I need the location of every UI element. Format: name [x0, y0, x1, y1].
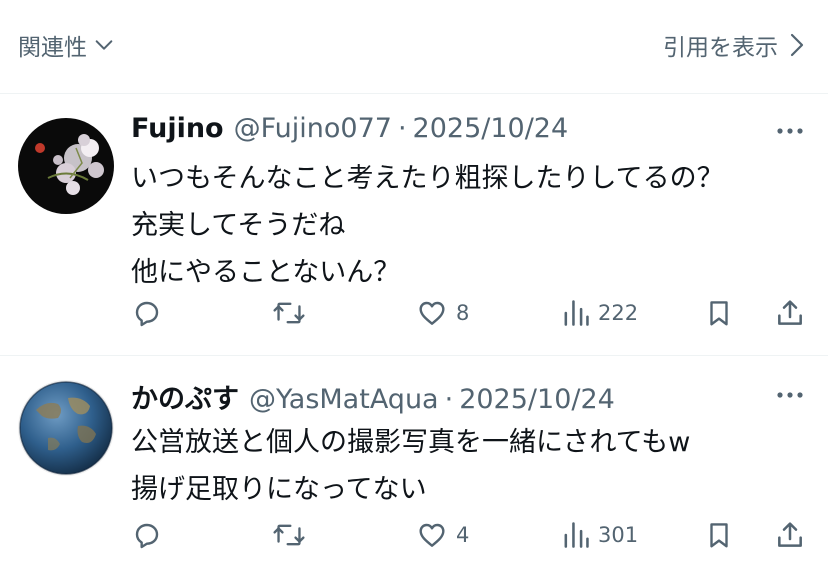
tweet-text-line: 公営放送と個人の撮影写真を一緒にされてもw	[131, 427, 691, 458]
tweet-content: かのぷす @YasMatAqua · 2025/10/24 公営放送と個人の撮影…	[131, 377, 806, 513]
view-count: 222	[598, 301, 639, 325]
avatar[interactable]	[18, 118, 114, 214]
reply-button[interactable]	[131, 293, 163, 333]
display-name[interactable]: Fujino	[131, 113, 224, 144]
reply-filter-bar: 関連性 引用を表示	[0, 0, 828, 94]
tweet-text-line: 他にやることないん？	[131, 257, 401, 288]
display-name[interactable]: かのぷす	[131, 377, 239, 416]
view-quotes-label: 引用を表示	[663, 35, 778, 61]
more-options-icon[interactable]	[774, 117, 806, 145]
like-button[interactable]: 8	[416, 293, 469, 333]
analytics-bar-icon	[564, 300, 589, 326]
sort-relevance-button[interactable]: 関連性	[18, 28, 115, 62]
cherry-blossom-avatar-icon	[18, 118, 114, 214]
bookmark-icon	[710, 523, 728, 548]
chevron-right-icon	[790, 33, 804, 57]
heart-icon	[419, 523, 445, 547]
share-icon	[778, 300, 802, 325]
retweet-icon	[273, 524, 305, 546]
bookmark-icon	[710, 301, 728, 326]
like-count: 4	[456, 523, 470, 547]
tweet-text-line: 充実してそうだね	[131, 210, 346, 241]
view-quotes-button[interactable]: 引用を表示	[663, 28, 806, 62]
tweet-date[interactable]: 2025/10/24	[459, 384, 615, 415]
retweet-button[interactable]	[272, 293, 306, 333]
like-button[interactable]: 4	[416, 515, 469, 555]
tweet-date[interactable]: 2025/10/24	[413, 113, 569, 144]
more-options-icon[interactable]	[774, 381, 806, 409]
tweet-header: かのぷす @YasMatAqua · 2025/10/24	[131, 377, 806, 415]
tweet-actions: 8 222	[131, 293, 808, 333]
retweet-icon	[273, 302, 305, 324]
user-handle[interactable]: @Fujino077	[234, 113, 392, 144]
tweet-text-line: 揚げ足取りになってない	[131, 474, 427, 505]
tweet-header: Fujino @Fujino077 · 2025/10/24	[131, 113, 806, 151]
share-button[interactable]	[774, 293, 806, 333]
reply-tweet[interactable]: かのぷす @YasMatAqua · 2025/10/24 公営放送と個人の撮影…	[0, 357, 828, 563]
reply-tweet[interactable]: Fujino @Fujino077 · 2025/10/24 いつもそんなこと考…	[0, 95, 828, 356]
tweet-content: Fujino @Fujino077 · 2025/10/24 いつもそんなこと考…	[131, 113, 806, 296]
view-count: 301	[598, 523, 639, 547]
chevron-down-icon	[95, 40, 113, 50]
avatar[interactable]	[18, 380, 114, 476]
heart-icon	[419, 301, 445, 325]
like-count: 8	[456, 301, 470, 325]
tweet-text: いつもそんなこと考えたり粗探したりしてるの？ 充実してそうだね 他にやることない…	[131, 155, 806, 296]
separator-dot: ·	[397, 113, 407, 144]
reply-button[interactable]	[131, 515, 163, 555]
reply-icon	[135, 523, 159, 549]
earth-globe-avatar-icon	[18, 380, 114, 476]
views-button[interactable]: 301	[562, 515, 638, 555]
reply-icon	[135, 301, 159, 327]
retweet-button[interactable]	[272, 515, 306, 555]
tweet-actions: 4 301	[131, 515, 808, 555]
bookmark-button[interactable]	[704, 515, 734, 555]
bookmark-button[interactable]	[704, 293, 734, 333]
share-button[interactable]	[774, 515, 806, 555]
analytics-bar-icon	[564, 522, 589, 548]
views-button[interactable]: 222	[562, 293, 638, 333]
sort-label: 関連性	[18, 35, 87, 61]
share-icon	[778, 522, 802, 547]
tweet-text-line: いつもそんなこと考えたり粗探したりしてるの？	[131, 163, 724, 194]
separator-dot: ·	[444, 384, 454, 415]
tweet-text: 公営放送と個人の撮影写真を一緒にされてもw 揚げ足取りになってない	[131, 419, 806, 513]
user-handle[interactable]: @YasMatAqua	[249, 384, 439, 415]
